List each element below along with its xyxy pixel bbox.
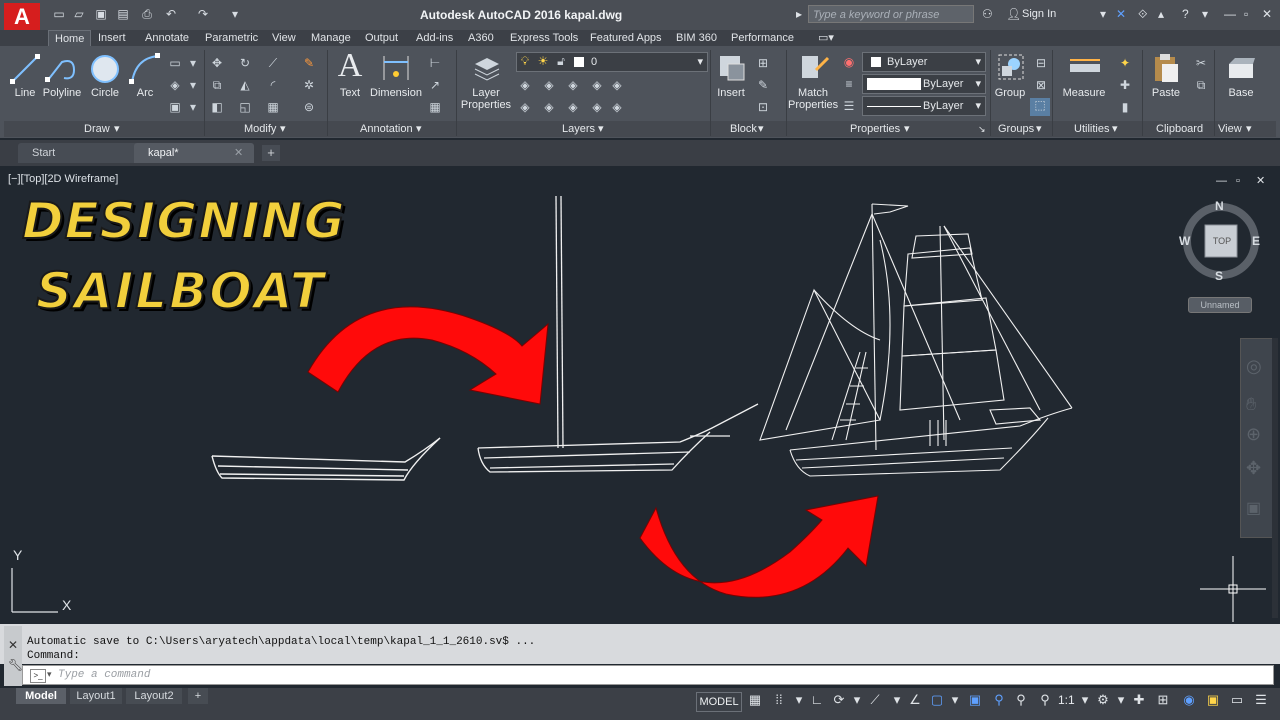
chevron-down-icon[interactable]: ▾ bbox=[946, 692, 964, 708]
tab-layout2[interactable]: Layout2 bbox=[126, 688, 182, 704]
chevron-down-icon[interactable]: ▾ bbox=[848, 692, 866, 708]
ucs-menu-button[interactable]: Unnamed bbox=[1188, 297, 1252, 313]
chevron-down-icon[interactable]: ▾ bbox=[1076, 692, 1094, 708]
hull-drawing bbox=[211, 437, 441, 481]
annotation-visibility-icon[interactable]: ⚲ bbox=[990, 692, 1008, 708]
annotation-monitor-icon[interactable]: ✚ bbox=[1130, 692, 1148, 708]
orbit-icon[interactable]: ✥ bbox=[1246, 458, 1261, 479]
isolate-objects-icon[interactable]: ◉ bbox=[1180, 692, 1198, 708]
steering-wheel-icon[interactable]: ◎ bbox=[1246, 356, 1262, 377]
command-grip[interactable] bbox=[4, 626, 22, 686]
workspace-gear-icon[interactable]: ⚙ bbox=[1094, 692, 1112, 708]
viewcube-north[interactable]: N bbox=[1215, 199, 1224, 213]
zoom-extents-icon[interactable]: ⊕ bbox=[1246, 424, 1261, 445]
clean-screen-icon[interactable]: ▭ bbox=[1228, 692, 1246, 708]
chevron-down-icon[interactable]: ▾ bbox=[47, 669, 52, 680]
chevron-down-icon[interactable]: ▾ bbox=[790, 692, 808, 708]
command-prompt-icon[interactable]: >_ bbox=[30, 669, 46, 683]
close-command-icon[interactable]: ✕ bbox=[8, 638, 18, 652]
pan-icon[interactable]: ✋︎ bbox=[1246, 394, 1256, 415]
drawing-canvas bbox=[11, 195, 1266, 622]
isodraft-icon[interactable]: ⟋ bbox=[866, 692, 884, 708]
hardware-acceleration-icon[interactable]: ▣ bbox=[1204, 692, 1222, 708]
crosshair-cursor bbox=[1200, 556, 1266, 622]
sloop-drawing bbox=[477, 195, 759, 473]
viewcube-south[interactable]: S bbox=[1215, 269, 1223, 283]
selection-cycling-icon[interactable]: ▣ bbox=[966, 692, 984, 708]
red-arrow-bottom bbox=[639, 495, 879, 598]
new-layout-icon[interactable]: + bbox=[188, 688, 208, 704]
ucs-y-label: Y bbox=[13, 547, 23, 563]
red-arrow-top bbox=[307, 306, 549, 405]
command-input[interactable] bbox=[22, 665, 1274, 685]
viewcube-west[interactable]: W bbox=[1179, 234, 1190, 248]
ortho-icon[interactable]: ∟ bbox=[808, 692, 826, 708]
command-placeholder: Type a command bbox=[58, 669, 151, 681]
tab-layout1[interactable]: Layout1 bbox=[70, 688, 122, 704]
command-history-line: Automatic save to C:\Users\aryatech\appd… bbox=[27, 636, 536, 648]
snap-icon[interactable]: ⁞⁞ bbox=[770, 692, 788, 708]
customize-wrench-icon[interactable]: 🔧︎ bbox=[8, 658, 23, 672]
ucs-icon bbox=[11, 568, 58, 613]
viewcube-east[interactable]: E bbox=[1252, 234, 1260, 248]
annotation-scale-icon[interactable]: ⚲ bbox=[1036, 692, 1054, 708]
grid-icon[interactable]: ▦ bbox=[746, 692, 764, 708]
osnap-icon[interactable]: ▢ bbox=[928, 692, 946, 708]
chevron-down-icon[interactable]: ▾ bbox=[888, 692, 906, 708]
viewcube-top-face[interactable]: TOP bbox=[1208, 236, 1236, 246]
annotation-scale-value[interactable]: 1:1 bbox=[1058, 692, 1075, 708]
autoscale-icon[interactable]: ⚲ bbox=[1012, 692, 1030, 708]
vertical-scrollbar[interactable] bbox=[1272, 338, 1278, 618]
polar-icon[interactable]: ⟳ bbox=[830, 692, 848, 708]
ucs-x-label: X bbox=[62, 597, 72, 613]
customization-menu-icon[interactable]: ☰ bbox=[1252, 692, 1270, 708]
chevron-down-icon[interactable]: ▾ bbox=[1112, 692, 1130, 708]
showmotion-icon[interactable]: ▣ bbox=[1246, 498, 1261, 518]
model-space-toggle[interactable]: MODEL bbox=[696, 692, 742, 712]
tab-model[interactable]: Model bbox=[16, 688, 66, 704]
tall-ship-drawing bbox=[759, 203, 1073, 477]
units-icon[interactable]: ⊞ bbox=[1154, 692, 1172, 708]
object-snap-tracking-icon[interactable]: ∠ bbox=[906, 692, 924, 708]
command-history-line: Command: bbox=[27, 650, 80, 662]
